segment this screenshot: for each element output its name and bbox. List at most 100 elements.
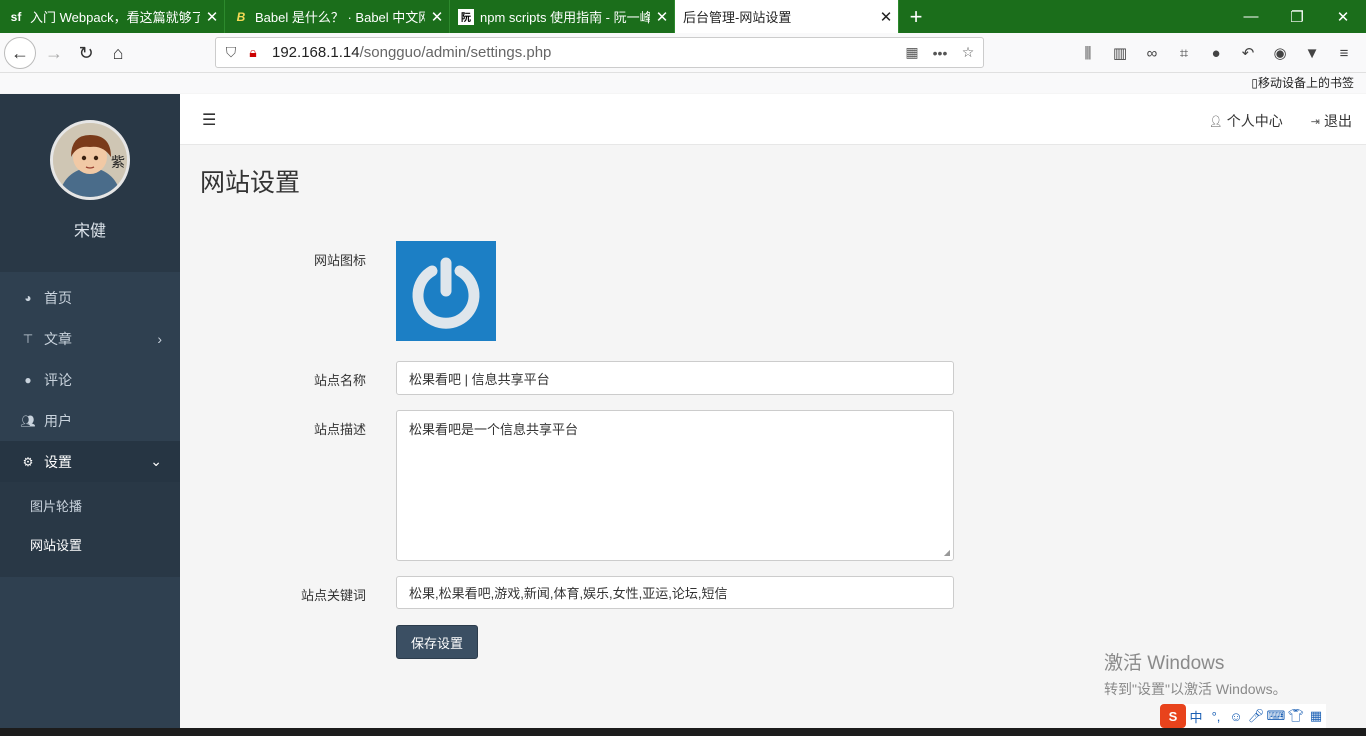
segmentfault-favicon-icon: sf [8,8,24,25]
sidebar-item-home[interactable]: ◕ 首页 [0,277,180,318]
profile-center-link[interactable]: 👤︎ 个人中心 [1209,111,1283,131]
restore-icon[interactable]: ❐ [1274,0,1320,33]
sidebar-subitem-carousel[interactable]: 图片轮播 [0,486,180,525]
save-settings-button[interactable]: 保存设置 [396,625,478,659]
ime-toolbar: S 中 °, ☺ 🎤︎ ⌨ 👕︎ ▦ [1160,704,1326,728]
user-icon: 👤︎ [1208,115,1223,128]
site-description-label: 站点描述 [313,422,366,437]
site-keywords-label: 站点关键词 [300,588,366,603]
users-icon: 👥︎ [20,413,36,428]
toolbar-right: ⫼ ▥ ∞ ⌗ ● ↶ ◉ ▼ ≡ [1072,37,1360,69]
gears-icon: ⚙ [22,454,34,469]
ime-mode-indicator[interactable]: 中 [1186,707,1206,726]
tab-title: Babel 是什么？ · Babel 中文网 [255,10,425,25]
sidebar-item-label: 文章 [44,330,72,347]
svg-text:紫: 紫 [111,155,125,171]
keyboard-icon[interactable]: ⌨ [1266,708,1286,724]
username: 宋健 [73,223,106,240]
browser-tab-active[interactable]: 后台管理-网站设置 ✕ [675,0,899,33]
undo-icon[interactable]: ↶ [1232,37,1264,69]
settings-submenu: 图片轮播 网站设置 [0,482,180,577]
bookmark-star-icon[interactable]: ☆ [957,42,979,64]
emoji-icon[interactable]: ☺ [1226,709,1246,724]
logo-label: 网站图标 [313,253,366,268]
top-right-links: 👤︎ 个人中心 ⇥ 退出 [1181,111,1352,131]
site-name-input[interactable]: 松果看吧 | 信息共享平台 [396,361,954,395]
skin-icon[interactable]: 👕︎ [1286,708,1306,724]
account-icon[interactable]: ◉ [1264,37,1296,69]
sogou-logo-icon[interactable]: S [1160,704,1186,728]
browser-tab[interactable]: B Babel 是什么？ · Babel 中文网 ✕ [225,0,450,33]
microphone-icon[interactable]: 🎤︎ [1246,708,1266,724]
browser-tab[interactable]: 阮 npm scripts 使用指南 - 阮一峰 ✕ [450,0,675,33]
site-name-label: 站点名称 [313,373,366,388]
windows-activation-watermark: 激活 Windows 转到"设置"以激活 Windows。 [1104,653,1287,697]
power-icon [412,257,480,329]
sidebar-item-label: 用户 [44,412,72,429]
menu-icon[interactable]: ≡ [1328,37,1360,69]
window-controls: — ❐ ✕ [1228,0,1366,33]
close-tab-icon[interactable]: ✕ [874,8,898,26]
forward-arrow-icon[interactable]: → [38,37,70,69]
sidebar-item-label: 评论 [44,371,72,388]
back-arrow-icon[interactable]: ← [4,37,36,69]
sidebar-item-label: 首页 [44,289,72,306]
close-tab-icon[interactable]: ✕ [650,8,674,26]
sign-out-icon: ⇥ [1310,115,1320,128]
insecure-lock-icon[interactable]: 🔒︎ [242,42,264,64]
sidebar-item-users[interactable]: 👥︎ 用户 [0,400,180,441]
site-description-text: 松果看吧是一个信息共享平台 [409,422,579,437]
home-icon[interactable]: ⌂ [102,37,134,69]
page-title: 网站设置 [200,169,301,197]
top-navbar: ☰ 👤︎ 个人中心 ⇥ 退出 [180,94,1366,145]
sidebar-item-comments[interactable]: ● 评论 [0,359,180,400]
more-actions-icon[interactable]: ••• [923,42,957,64]
logout-link[interactable]: ⇥ 退出 [1311,111,1352,131]
site-description-textarea[interactable]: 松果看吧是一个信息共享平台 ◢ [396,410,954,561]
resize-grip-icon[interactable]: ◢ [944,548,950,557]
windows-taskbar [0,728,1366,736]
minimize-icon[interactable]: — [1228,0,1274,33]
punctuation-icon[interactable]: °, [1206,709,1226,724]
browser-tab-strip: sf 入门 Webpack，看这篇就够了 ✕ B Babel 是什么？ · Ba… [0,0,1366,33]
mobile-bookmarks-link[interactable]: ▯移动设备上的书签 [1251,74,1354,91]
new-tab-icon[interactable]: + [899,0,933,33]
chevron-right-icon: › [157,330,162,347]
admin-sidebar: 紫 宋健 ◕ 首页 ⊤ 文章 › ● 评论 👥︎ 用户 ⚙ 设置 ⌄ 图片轮播 … [0,94,180,736]
browser-navbar: ← → ↻ ⌂ ⛉ 🔒︎ 192.168.1.14/songguo/admin/… [0,33,1366,73]
close-window-icon[interactable]: ✕ [1320,0,1366,33]
pin-icon: ⊤ [22,331,34,346]
toolbox-icon[interactable]: ▦ [1306,708,1326,724]
sync-icon[interactable]: ∞ [1136,37,1168,69]
sidebar-icon[interactable]: ▥ [1104,37,1136,69]
bookmarks-bar: ▯移动设备上的书签 [0,73,1366,93]
comment-icon: ● [24,372,32,387]
site-keywords-input[interactable]: 松果,松果看吧,游戏,新闻,体育,娱乐,女性,亚运,论坛,短信 [396,576,954,609]
reload-icon[interactable]: ↻ [70,37,102,69]
extension-icon[interactable]: ▼ [1296,37,1328,69]
crop-screenshot-icon[interactable]: ⌗ [1168,37,1200,69]
main-content: ☰ 👤︎ 个人中心 ⇥ 退出 网站设置 网站图标 站点名称 松果看吧 | 信息共享平… [180,94,1366,736]
library-icon[interactable]: ⫼ [1072,37,1104,69]
close-tab-icon[interactable]: ✕ [425,8,449,26]
sidebar-item-label: 设置 [44,453,72,470]
shield-icon[interactable]: ⛉ [220,42,242,64]
sidebar-subitem-site-settings[interactable]: 网站设置 [0,525,180,564]
sidebar-item-articles[interactable]: ⊤ 文章 › [0,318,180,359]
profile-panel: 紫 宋健 [0,94,180,272]
hamburger-menu-icon[interactable]: ☰ [202,110,216,130]
qr-code-icon[interactable]: ▦ [901,42,923,64]
tab-title: 后台管理-网站设置 [683,10,792,25]
browser-tab[interactable]: sf 入门 Webpack，看这篇就够了 ✕ [0,0,225,33]
sidebar-item-settings[interactable]: ⚙ 设置 ⌄ [0,441,180,482]
avatar[interactable]: 紫 [50,120,130,200]
address-bar[interactable]: ⛉ 🔒︎ 192.168.1.14/songguo/admin/settings… [215,37,984,68]
close-tab-icon[interactable]: ✕ [200,8,224,26]
chat-icon[interactable]: ● [1200,37,1232,69]
site-logo-image[interactable] [396,241,496,341]
url-text: 192.168.1.14/songguo/admin/settings.php [272,44,552,61]
chevron-down-icon: ⌄ [150,453,162,469]
tab-title: npm scripts 使用指南 - 阮一峰 [480,10,650,25]
ruanyifeng-favicon-icon: 阮 [458,8,474,25]
avatar-image: 紫 [53,123,127,197]
